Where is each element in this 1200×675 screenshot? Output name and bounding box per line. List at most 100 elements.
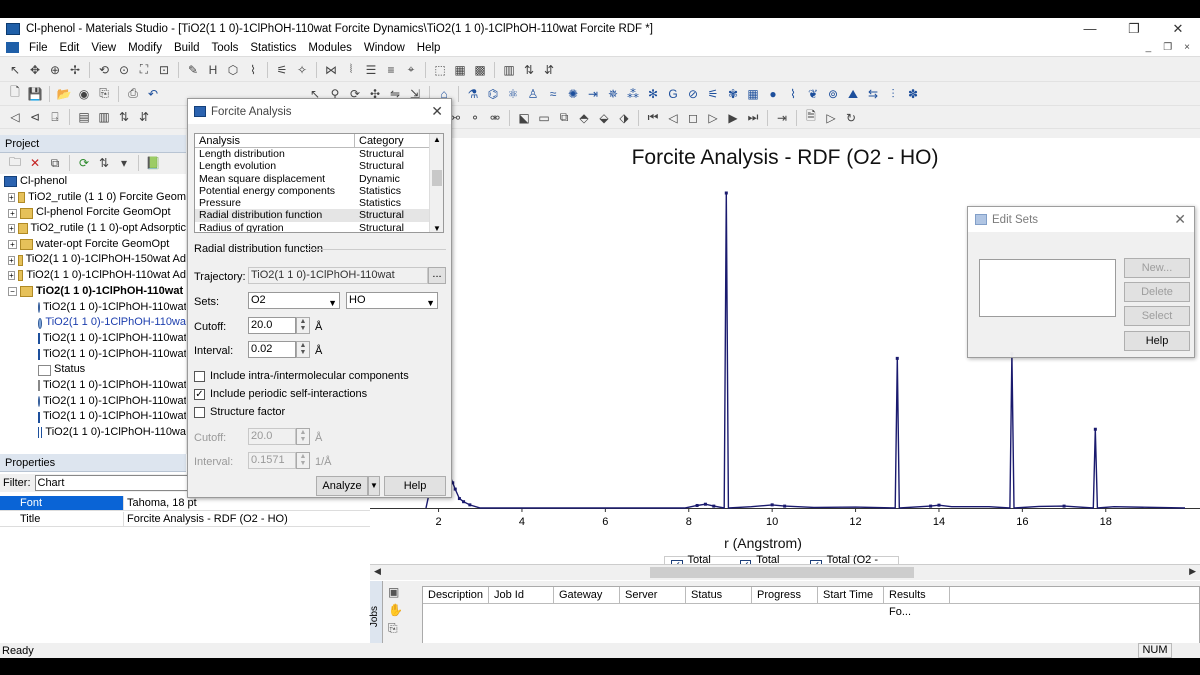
analyze-button[interactable]: Analyze bbox=[316, 476, 368, 496]
menu-modules[interactable]: Modules bbox=[302, 42, 357, 54]
blends-icon[interactable]: ⁂ bbox=[624, 86, 642, 102]
step-forward-icon[interactable]: ▷ bbox=[704, 110, 722, 126]
tree-folder-item[interactable]: + TiO2(1 1 0)-1ClPhOH-150wat Ad bbox=[0, 252, 186, 268]
repeat-icon[interactable]: ↻ bbox=[842, 110, 860, 126]
synthia-icon[interactable]: ⇆ bbox=[864, 86, 882, 102]
menu-app-icon[interactable] bbox=[6, 42, 19, 53]
menu-edit[interactable]: Edit bbox=[54, 42, 86, 54]
analysis-row[interactable]: Mean square displacement Dynamic bbox=[195, 173, 443, 185]
translate-icon[interactable]: ✢ bbox=[66, 62, 84, 78]
help-button[interactable]: Help bbox=[384, 476, 446, 496]
first-frame-icon[interactable]: ◁ bbox=[6, 109, 24, 125]
tree-folder-item[interactable]: + water-opt Forcite GeomOpt bbox=[0, 237, 186, 253]
interval-field[interactable]: 0.02 bbox=[248, 341, 296, 358]
browse-trajectory-button[interactable]: ... bbox=[428, 267, 446, 284]
col-progress[interactable]: Progress bbox=[752, 587, 818, 603]
edit-sets-close-icon[interactable]: ✕ bbox=[1174, 211, 1186, 228]
onetep-icon[interactable]: ⊚ bbox=[824, 86, 842, 102]
dialog-close-icon[interactable]: ✕ bbox=[431, 103, 443, 120]
tree-document-item[interactable]: TiO2(1 1 0)-1ClPhOH-110wa bbox=[0, 315, 186, 331]
structure-factor-checkbox[interactable] bbox=[194, 407, 205, 418]
stack-icon[interactable]: ≡ bbox=[382, 62, 400, 78]
move-icon[interactable]: ✥ bbox=[26, 62, 44, 78]
set2-select[interactable]: HO ▼ bbox=[346, 292, 438, 309]
sort-ascending-icon[interactable]: ⇅ bbox=[520, 62, 538, 78]
col-start-time[interactable]: Start Time bbox=[818, 587, 884, 603]
qmera-icon[interactable]: ⊘ bbox=[684, 86, 702, 102]
tree-document-item[interactable]: TiO2(1 1 0)-1ClPhOH-110wat bbox=[0, 300, 186, 316]
expand-icon[interactable]: + bbox=[8, 255, 15, 265]
scroll-right-icon[interactable]: ▶ bbox=[1189, 566, 1196, 577]
menu-modify[interactable]: Modify bbox=[122, 42, 168, 54]
lattice-icon[interactable]: ▦ bbox=[451, 62, 469, 78]
open-folder-icon[interactable]: 📂 bbox=[55, 86, 73, 102]
cutoff-spinner[interactable]: ▲ ▼ bbox=[296, 317, 310, 334]
morphology-icon[interactable]: ✺ bbox=[564, 86, 582, 102]
save-icon[interactable]: 💾 bbox=[26, 86, 44, 102]
mdi-close-button[interactable]: × bbox=[1184, 42, 1190, 53]
tree-document-item[interactable]: Status bbox=[0, 362, 186, 378]
surface-icon[interactable]: ⬘ bbox=[575, 110, 593, 126]
col-job-id[interactable]: Job Id bbox=[489, 587, 554, 603]
stop-icon[interactable]: ◻ bbox=[684, 110, 702, 126]
scroll-thumb[interactable] bbox=[650, 567, 914, 578]
symmetry-icon[interactable]: ⬕ bbox=[515, 110, 533, 126]
print-icon[interactable]: ⎙ bbox=[124, 86, 142, 102]
tree-folder-item[interactable]: + Cl-phenol Forcite GeomOpt bbox=[0, 205, 186, 221]
cell-edit-icon[interactable]: ▭ bbox=[535, 110, 553, 126]
mesocite-icon[interactable]: ≈ bbox=[544, 86, 562, 102]
sort-icon[interactable]: ⇅ bbox=[95, 155, 113, 171]
dmol-icon[interactable]: ⌬ bbox=[484, 86, 502, 102]
expand-icon[interactable]: + bbox=[8, 193, 15, 203]
bookmark-icon[interactable]: ⍈ bbox=[46, 109, 64, 125]
center-icon[interactable]: ⊙ bbox=[115, 62, 133, 78]
interval-spinner[interactable]: ▲ ▼ bbox=[296, 341, 310, 358]
go-start-icon[interactable]: ⏮ bbox=[644, 110, 662, 126]
adsorption-icon[interactable]: ● bbox=[764, 86, 782, 102]
tree-document-item[interactable]: TiO2(1 1 0)-1ClPhOH-110wat bbox=[0, 331, 186, 347]
align-icon[interactable]: ☰ bbox=[362, 62, 380, 78]
undo-icon[interactable]: ↶ bbox=[144, 86, 162, 102]
bond-icon[interactable]: ⚟ bbox=[273, 62, 291, 78]
select-set-button[interactable]: Select bbox=[1124, 306, 1190, 326]
analysis-row[interactable]: Pressure Statistics bbox=[195, 197, 443, 209]
kinetix-icon[interactable]: ⚟ bbox=[704, 86, 722, 102]
edit-sets-help-button[interactable]: Help bbox=[1124, 331, 1190, 351]
sort-az-icon[interactable]: ⇅ bbox=[115, 109, 133, 125]
loop-icon[interactable]: ⇥ bbox=[773, 110, 791, 126]
new-folder-icon[interactable]: 🗀 bbox=[6, 155, 24, 171]
ring-icon[interactable]: ⬡ bbox=[224, 62, 242, 78]
sorption-icon[interactable]: ⇥ bbox=[584, 86, 602, 102]
col-server[interactable]: Server bbox=[620, 587, 686, 603]
chain-icon[interactable]: ⌇ bbox=[244, 62, 262, 78]
delete-set-button[interactable]: Delete bbox=[1124, 282, 1190, 302]
col-gateway[interactable]: Gateway bbox=[554, 587, 620, 603]
tree-document-item[interactable]: TiO2(1 1 0)-1ClPhOH-110wat bbox=[0, 378, 186, 394]
qsar-icon[interactable]: ⛰ bbox=[844, 86, 862, 102]
vamp-icon[interactable]: ❦ bbox=[804, 86, 822, 102]
expand-icon[interactable]: − bbox=[8, 287, 17, 297]
castep-icon[interactable]: ⚗ bbox=[464, 86, 482, 102]
conformers-icon[interactable]: ✻ bbox=[644, 86, 662, 102]
menu-tools[interactable]: Tools bbox=[206, 42, 245, 54]
measure-icon[interactable]: ⋈ bbox=[322, 62, 340, 78]
property-row-font[interactable]: Font Tahoma, 18 pt bbox=[0, 496, 370, 511]
tree-document-item[interactable]: TiO2(1 1 0)-1ClPhOH-110wat bbox=[0, 394, 186, 410]
mdi-minimize-button[interactable]: _ bbox=[1146, 42, 1152, 53]
minimize-button[interactable]: — bbox=[1068, 21, 1112, 36]
rotate-icon[interactable]: ⟲ bbox=[95, 62, 113, 78]
menu-help[interactable]: Help bbox=[411, 42, 447, 54]
analysis-row[interactable]: Radial distribution function Structural bbox=[195, 209, 443, 222]
book-icon[interactable]: 📗 bbox=[144, 155, 162, 171]
hydrogen-icon[interactable]: H bbox=[204, 62, 222, 78]
chart-horizontal-scrollbar[interactable]: ◀ ▶ bbox=[370, 564, 1200, 580]
position-icon[interactable]: ⌖ bbox=[402, 62, 420, 78]
play-icon[interactable]: ▶ bbox=[724, 110, 742, 126]
vacuum-icon[interactable]: ⬙ bbox=[595, 110, 613, 126]
analysis-row[interactable]: Length evolution Structural bbox=[195, 160, 443, 172]
server-icon[interactable]: ▣ bbox=[388, 585, 412, 599]
fit-icon[interactable]: ⛶ bbox=[135, 62, 153, 78]
prev-frame-icon[interactable]: ⊲ bbox=[26, 109, 44, 125]
reset-view-icon[interactable]: ⊡ bbox=[155, 62, 173, 78]
delete-icon[interactable]: ✕ bbox=[26, 155, 44, 171]
